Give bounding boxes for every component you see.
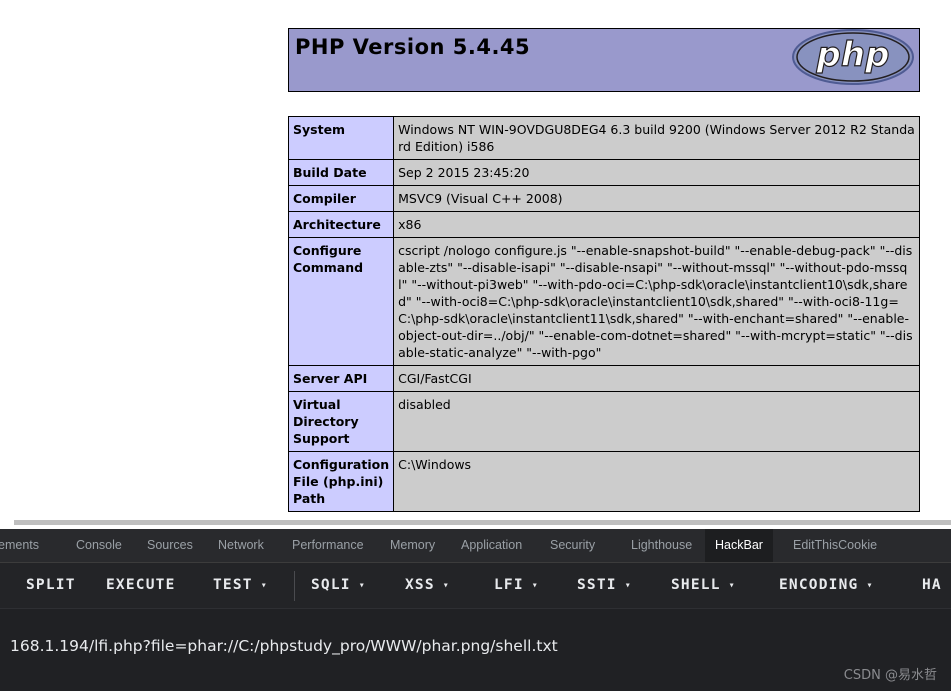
hackbar-button-label: XSS xyxy=(405,577,435,593)
hackbar-button-label: TEST xyxy=(213,577,253,593)
info-row-value: Windows NT WIN-9OVDGU8DEG4 6.3 build 920… xyxy=(393,116,920,160)
devtools-tab-lighthouse[interactable]: Lighthouse xyxy=(621,529,702,562)
info-row: System Windows NT WIN-9OVDGU8DEG4 6.3 bui… xyxy=(287,116,920,160)
php-info-table: System Windows NT WIN-9OVDGU8DEG4 6.3 bui… xyxy=(287,116,920,512)
info-row-value: cscript /nologo configure.js "--enable-s… xyxy=(393,237,920,366)
info-row-key: Compiler xyxy=(287,185,395,212)
hackbar-lfi-button[interactable]: LFI ▾ xyxy=(494,563,539,608)
hackbar-button-label: SSTI xyxy=(577,577,617,593)
hackbar-ha-button[interactable]: HA xyxy=(922,563,942,608)
info-row-value: disabled xyxy=(393,391,920,452)
hackbar-xss-button[interactable]: XSS ▾ xyxy=(405,563,450,608)
php-version-header: PHP Version 5.4.45 php xyxy=(288,28,920,92)
info-row-key: Build Date xyxy=(287,159,395,186)
devtools-tab-network[interactable]: Network xyxy=(208,529,274,562)
info-row-value: MSVC9 (Visual C++ 2008) xyxy=(393,185,920,212)
chevron-down-icon: ▾ xyxy=(260,580,268,591)
toolbar-separator xyxy=(294,571,295,601)
info-row: Architecture x86 xyxy=(287,211,920,238)
devtools-resize-handle[interactable] xyxy=(0,517,951,529)
hackbar-toolbar: SPLIT EXECUTE TEST ▾ SQLI ▾ XSS ▾ LFI ▾ SSTI ▾ SHELL… xyxy=(0,563,951,609)
hackbar-button-label: ENCODING xyxy=(779,577,859,593)
info-row-value: C:\Windows xyxy=(393,451,920,512)
chevron-down-icon: ▾ xyxy=(866,580,874,591)
hackbar-test-button[interactable]: TEST ▾ xyxy=(213,563,268,608)
info-row-value: CGI/FastCGI xyxy=(393,365,920,392)
info-row-key: System xyxy=(287,116,395,160)
info-row-value: x86 xyxy=(393,211,920,238)
devtools-tab-hackbar[interactable]: HackBar xyxy=(705,529,773,562)
devtools-tab-editthiscookie[interactable]: EditThisCookie xyxy=(783,529,887,562)
hackbar-button-label: SHELL xyxy=(671,577,721,593)
hackbar-button-label: SPLIT xyxy=(26,577,76,593)
hackbar-sqli-button[interactable]: SQLI ▾ xyxy=(311,563,366,608)
hackbar-encoding-button[interactable]: ENCODING ▾ xyxy=(779,563,874,608)
info-row-key: Architecture xyxy=(287,211,395,238)
hackbar-ssti-button[interactable]: SSTI ▾ xyxy=(577,563,632,608)
hackbar-shell-button[interactable]: SHELL ▾ xyxy=(671,563,736,608)
devtools-tab-console[interactable]: Console xyxy=(66,529,132,562)
info-row: Server API CGI/FastCGI xyxy=(287,365,920,392)
devtools-tab-memory[interactable]: Memory xyxy=(380,529,445,562)
chevron-down-icon: ▾ xyxy=(624,580,632,591)
hackbar-execute-button[interactable]: EXECUTE xyxy=(106,563,176,608)
csdn-watermark: CSDN @易水哲 xyxy=(843,668,937,683)
php-logo-text: php xyxy=(816,35,890,75)
info-row-key: Configuration File (php.ini) Path xyxy=(287,451,395,512)
hackbar-button-label: SQLI xyxy=(311,577,351,593)
chevron-down-icon: ▾ xyxy=(531,580,540,591)
hackbar-button-label: LFI xyxy=(494,577,524,593)
devtools-tab-performance[interactable]: Performance xyxy=(282,529,374,562)
info-row-key: Virtual Directory Support xyxy=(287,391,395,452)
hackbar-split-button[interactable]: SPLIT xyxy=(26,563,76,608)
hackbar-url-input[interactable]: 168.1.194/lfi.php?file=phar://C:/phpstud… xyxy=(10,637,558,655)
chevron-down-icon: ▾ xyxy=(442,580,451,591)
php-version-title: PHP Version 5.4.45 xyxy=(295,35,531,59)
devtools-panel: ements Console Sources Network Performance Me… xyxy=(0,529,951,691)
phpinfo-page: PHP Version 5.4.45 php System Windows NT … xyxy=(0,0,951,517)
info-row: Build Date Sep 2 2015 23:45:20 xyxy=(287,159,920,186)
devtools-tab-sources[interactable]: Sources xyxy=(137,529,203,562)
info-row: Configure Command cscript /nologo configu… xyxy=(287,237,920,366)
hackbar-url-area[interactable]: 168.1.194/lfi.php?file=phar://C:/phpstud… xyxy=(0,609,951,691)
hackbar-button-label: EXECUTE xyxy=(106,577,176,593)
info-row-key: Configure Command xyxy=(287,237,395,366)
devtools-tab-security[interactable]: Security xyxy=(540,529,605,562)
chevron-down-icon: ▾ xyxy=(728,580,736,591)
chevron-down-icon: ▾ xyxy=(358,580,366,591)
info-row-key: Server API xyxy=(287,365,395,392)
info-row: Configuration File (php.ini) Path C:\Wind… xyxy=(287,451,920,512)
hackbar-button-label: HA xyxy=(922,577,942,593)
devtools-tab-bar: ements Console Sources Network Performance Me… xyxy=(0,529,951,563)
php-logo: php xyxy=(792,29,914,85)
info-row: Compiler MSVC9 (Visual C++ 2008) xyxy=(287,185,920,212)
resize-bar xyxy=(14,520,951,525)
info-row-value: Sep 2 2015 23:45:20 xyxy=(393,159,920,186)
devtools-tab-ements[interactable]: ements xyxy=(0,529,49,562)
info-row: Virtual Directory Support disabled xyxy=(287,391,920,452)
devtools-tab-application[interactable]: Application xyxy=(451,529,532,562)
